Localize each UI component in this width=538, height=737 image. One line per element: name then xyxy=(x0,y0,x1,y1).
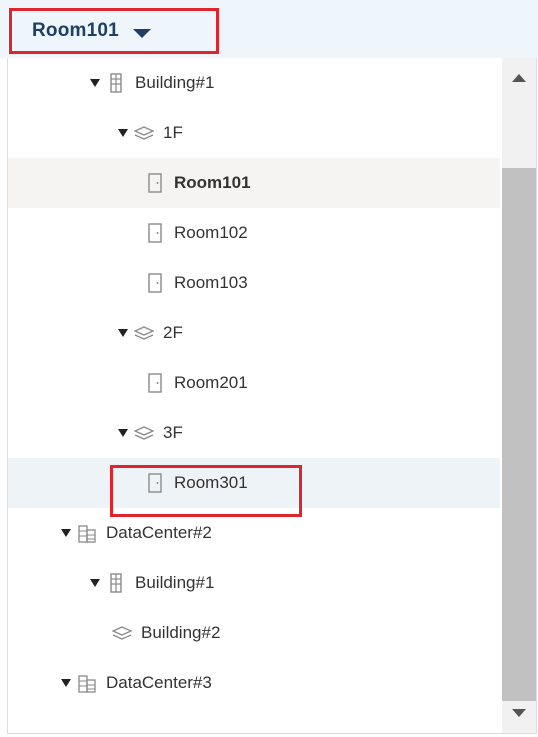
room-door-icon xyxy=(145,172,165,194)
tree-node-room[interactable]: Room102 xyxy=(8,208,500,258)
floor-layers-icon xyxy=(134,322,154,344)
tree-node-floor[interactable]: 3F xyxy=(8,408,500,458)
caret-down-icon[interactable] xyxy=(61,529,71,537)
floor-layers-icon xyxy=(134,122,154,144)
tree-node-label: Room201 xyxy=(174,373,248,392)
tree-node-label: Building#1 xyxy=(135,73,215,92)
room-door-icon xyxy=(145,372,165,394)
scrollbar[interactable] xyxy=(502,58,536,733)
tree-node-label: DataCenter#2 xyxy=(106,523,212,542)
scroll-up-button[interactable] xyxy=(502,58,536,98)
room-door-icon xyxy=(145,222,165,244)
top-bar: Room101 xyxy=(0,0,538,58)
tree-node-floor[interactable]: 1F xyxy=(8,108,500,158)
caret-down-icon[interactable] xyxy=(118,329,128,337)
caret-down-icon[interactable] xyxy=(90,579,100,587)
room-door-icon xyxy=(145,472,165,494)
caret-down-icon[interactable] xyxy=(61,679,71,687)
floor-layers-icon xyxy=(112,622,132,644)
tree-node-building[interactable]: Building#1 xyxy=(8,58,500,108)
tree-node-datacenter[interactable]: DataCenter#3 xyxy=(8,658,500,708)
floor-layers-icon xyxy=(134,422,154,444)
tree-node-label: Room102 xyxy=(174,223,248,242)
chevron-down-icon[interactable] xyxy=(132,28,151,38)
tree-node-room[interactable]: Room101 xyxy=(8,158,500,208)
arrow-up-icon xyxy=(512,74,526,82)
scroll-down-button[interactable] xyxy=(502,693,536,733)
tree-node-label: Room301 xyxy=(174,473,248,492)
building-icon xyxy=(106,72,126,94)
scrollbar-thumb[interactable] xyxy=(502,168,536,701)
arrow-down-icon xyxy=(512,709,526,717)
tree-node-building[interactable]: Building#1 xyxy=(8,558,500,608)
tree-node-room[interactable]: Room301 xyxy=(8,458,500,508)
tree-node-label: 1F xyxy=(163,123,183,142)
tree-node-room[interactable]: Room201 xyxy=(8,358,500,408)
tree-node-building[interactable]: Building#2 xyxy=(8,608,500,658)
tree-node-label: Room101 xyxy=(174,173,251,192)
caret-down-icon[interactable] xyxy=(90,79,100,87)
tree-node-label: 3F xyxy=(163,423,183,442)
tree-node-label: DataCenter#3 xyxy=(106,673,212,692)
selector-label: Room101 xyxy=(32,20,119,41)
tree-node-room[interactable]: Room103 xyxy=(8,258,500,308)
tree-node-floor[interactable]: 2F xyxy=(8,308,500,358)
location-tree: Building#1 1F Room101 Room102 Room103 2F… xyxy=(8,58,500,708)
tree-node-datacenter[interactable]: DataCenter#2 xyxy=(8,508,500,558)
location-tree-panel: Building#1 1F Room101 Room102 Room103 2F… xyxy=(7,58,537,734)
room-door-icon xyxy=(145,272,165,294)
building-icon xyxy=(106,572,126,594)
caret-down-icon[interactable] xyxy=(118,129,128,137)
tree-node-label: Building#1 xyxy=(135,573,215,592)
datacenter-icon xyxy=(77,672,97,694)
tree-node-label: Room103 xyxy=(174,273,248,292)
tree-node-label: Building#2 xyxy=(141,623,221,642)
caret-down-icon[interactable] xyxy=(118,429,128,437)
location-selector[interactable]: Room101 xyxy=(9,8,219,54)
datacenter-icon xyxy=(77,522,97,544)
tree-node-label: 2F xyxy=(163,323,183,342)
